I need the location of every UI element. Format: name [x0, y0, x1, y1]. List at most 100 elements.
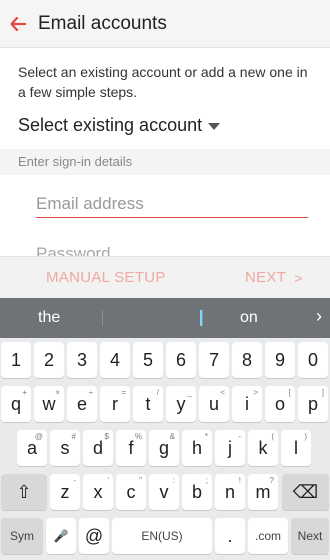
key-label: Sym	[10, 529, 34, 543]
suggestion-divider	[202, 310, 203, 326]
back-button[interactable]	[0, 0, 36, 48]
key-k[interactable]: k(	[248, 430, 278, 466]
key-label: Next	[297, 529, 323, 543]
key-label: v	[159, 481, 169, 502]
key-secondary-label: *	[204, 432, 208, 441]
space-key[interactable]: EN(US)	[112, 518, 212, 554]
app-bar: Email accounts	[0, 0, 330, 48]
key-0[interactable]: 0	[298, 342, 328, 378]
key-label: .com	[254, 529, 281, 543]
key-label: u	[208, 393, 219, 414]
shift-key[interactable]: ⇧	[1, 474, 47, 510]
key-secondary-label: <	[220, 388, 225, 397]
key-z[interactable]: z-	[50, 474, 80, 510]
key-f[interactable]: f%	[116, 430, 146, 466]
dotcom-key[interactable]: .com	[248, 518, 288, 554]
next-button[interactable]: NEXT >	[245, 269, 303, 286]
key-label: k	[258, 437, 268, 458]
key-label: h	[191, 437, 202, 458]
key-label: i	[245, 393, 249, 414]
key-9[interactable]: 9	[265, 342, 295, 378]
select-existing-account-dropdown[interactable]: Select existing account	[18, 115, 221, 136]
expand-suggestions-icon[interactable]: ›	[316, 306, 322, 327]
key-2[interactable]: 2	[34, 342, 64, 378]
key-4[interactable]: 4	[100, 342, 130, 378]
dropdown-arrow-icon	[208, 123, 221, 130]
key-1[interactable]: 1	[1, 342, 31, 378]
key-e[interactable]: e ÷	[67, 386, 97, 422]
key-label: 8	[241, 349, 252, 370]
mic-key[interactable]: 🎤	[46, 518, 76, 554]
key-label: 4	[109, 349, 120, 370]
key-label: g	[158, 437, 169, 458]
key-label: w	[42, 393, 56, 414]
key-secondary-label: /	[156, 388, 159, 397]
key-secondary-label: $	[104, 432, 109, 441]
suggestion-word[interactable]: on	[240, 309, 258, 327]
key-label: 9	[274, 349, 285, 370]
key-v[interactable]: v:	[149, 474, 179, 510]
key-t[interactable]: t /	[133, 386, 163, 422]
key-label: EN(US)	[141, 529, 183, 543]
key-8[interactable]: 8	[232, 342, 262, 378]
key-secondary-label: -	[73, 476, 76, 485]
sym-key[interactable]: Sym	[1, 518, 43, 554]
key-label: s	[60, 437, 70, 458]
at-key[interactable]: @	[79, 518, 109, 554]
key-u[interactable]: u <	[199, 386, 229, 422]
key-label: 🎤	[53, 529, 69, 543]
key-label: c	[126, 481, 136, 502]
key-q[interactable]: q +	[1, 386, 31, 422]
back-arrow-icon	[10, 16, 27, 31]
key-y[interactable]: y _	[166, 386, 196, 422]
key-label: l	[294, 437, 298, 458]
key-secondary-label: ?	[269, 476, 274, 485]
next-key[interactable]: Next	[291, 518, 329, 554]
key-secondary-label: #	[71, 432, 76, 441]
key-o[interactable]: o[	[265, 386, 295, 422]
key-label: f	[128, 437, 134, 458]
email-field[interactable]	[36, 190, 308, 218]
select-existing-label: Select existing account	[18, 115, 203, 135]
key-j[interactable]: j-	[215, 430, 245, 466]
key-d[interactable]: d $	[83, 430, 113, 466]
key-label: q	[10, 393, 21, 414]
key-c[interactable]: c "	[116, 474, 146, 510]
key-secondary-label: >	[253, 388, 258, 397]
key-s[interactable]: s #	[50, 430, 80, 466]
key-6[interactable]: 6	[166, 342, 196, 378]
key-label: 0	[307, 349, 318, 370]
key-5[interactable]: 5	[133, 342, 163, 378]
key-secondary-label: "	[139, 476, 142, 485]
key-label: x	[93, 481, 103, 502]
key-w[interactable]: w ×	[34, 386, 64, 422]
key-g[interactable]: g &	[149, 430, 179, 466]
description-text: Select an existing account or add a new …	[18, 64, 308, 100]
key-x[interactable]: x '	[83, 474, 113, 510]
backspace-key[interactable]: ⌫	[282, 474, 329, 510]
key-i[interactable]: i >	[232, 386, 262, 422]
key-label: 6	[175, 349, 186, 370]
key-label: o	[274, 393, 285, 414]
key-a[interactable]: a @	[17, 430, 47, 466]
key-secondary-label: '	[107, 476, 109, 485]
key-r[interactable]: r =	[100, 386, 130, 422]
dot-key[interactable]: .	[215, 518, 245, 554]
key-b[interactable]: b;	[182, 474, 212, 510]
suggestion-word[interactable]: the	[38, 309, 60, 327]
key-3[interactable]: 3	[67, 342, 97, 378]
key-7[interactable]: 7	[199, 342, 229, 378]
key-h[interactable]: h *	[182, 430, 212, 466]
key-label: .	[227, 525, 233, 546]
manual-setup-button[interactable]: MANUAL SETUP	[46, 269, 166, 286]
key-n[interactable]: n!	[215, 474, 245, 510]
key-p[interactable]: p]	[298, 386, 328, 422]
key-secondary-label: :	[172, 476, 175, 485]
key-m[interactable]: m?	[248, 474, 278, 510]
key-secondary-label: _	[187, 388, 192, 397]
key-l[interactable]: l)	[281, 430, 311, 466]
key-label: ⇧	[16, 481, 32, 502]
key-label: ⌫	[292, 481, 319, 502]
key-label: @	[84, 525, 104, 546]
key-label: n	[224, 481, 235, 502]
